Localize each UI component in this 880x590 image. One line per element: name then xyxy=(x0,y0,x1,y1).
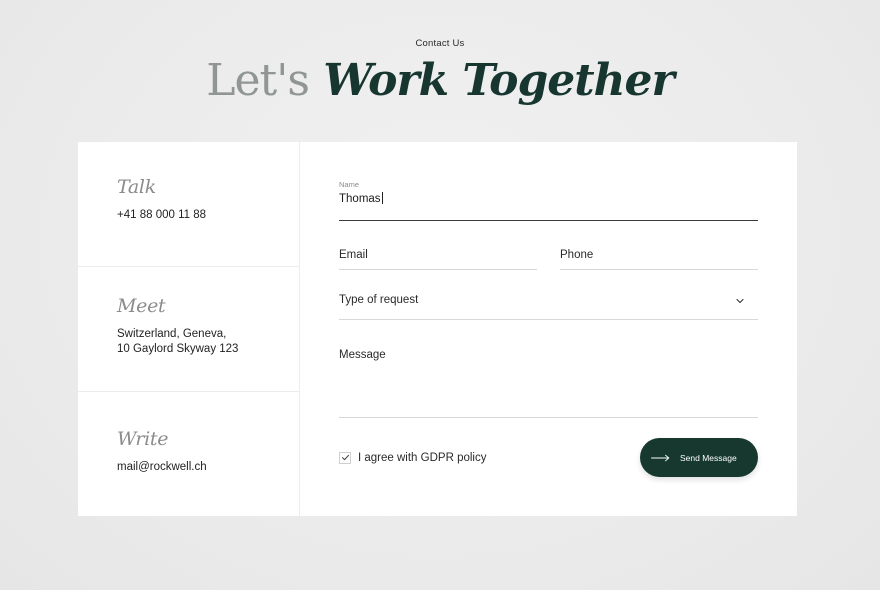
name-field[interactable]: Name Thomas xyxy=(339,180,758,221)
email-phone-row: Email Phone xyxy=(339,245,758,270)
address: Switzerland, Geneva, 10 Gaylord Skyway 1… xyxy=(117,327,299,357)
name-label: Name xyxy=(339,180,360,189)
message-field[interactable]: Message xyxy=(339,345,758,418)
phone-field[interactable]: Phone xyxy=(560,245,758,270)
gdpr-checkbox[interactable] xyxy=(339,451,351,464)
name-input[interactable]: Thomas xyxy=(339,192,758,205)
meet-title: Meet xyxy=(117,295,166,317)
write-title: Write xyxy=(117,428,169,450)
name-value: Thomas xyxy=(339,193,381,205)
check-icon xyxy=(341,454,349,461)
email-placeholder: Email xyxy=(339,249,368,261)
address-line-2: 10 Gaylord Skyway 123 xyxy=(117,343,239,355)
contact-form: Name Thomas Email Phone Type of request … xyxy=(300,142,797,516)
text-caret xyxy=(381,192,383,204)
send-message-label: Send Message xyxy=(680,452,737,463)
title-dark: Work Together xyxy=(323,55,674,106)
send-message-button[interactable]: Send Message xyxy=(640,438,758,477)
message-placeholder: Message xyxy=(339,349,386,361)
chevron-down-icon xyxy=(736,298,744,304)
address-line-1: Switzerland, Geneva, xyxy=(117,328,227,340)
write-block: Write mail@rockwell.ch xyxy=(78,392,299,516)
meet-block: Meet Switzerland, Geneva, 10 Gaylord Sky… xyxy=(78,267,299,392)
email-field[interactable]: Email xyxy=(339,245,537,270)
arrow-right-icon xyxy=(651,454,670,461)
contact-card: Talk +41 88 000 11 88 Meet Switzerland, … xyxy=(78,142,797,516)
gdpr-label: I agree with GDPR policy xyxy=(358,451,487,464)
gdpr-consent[interactable]: I agree with GDPR policy xyxy=(339,451,487,464)
talk-block: Talk +41 88 000 11 88 xyxy=(78,142,299,267)
page-title: Let's Work Together xyxy=(0,52,880,110)
talk-title: Talk xyxy=(117,176,156,198)
request-placeholder: Type of request xyxy=(339,294,419,306)
phone-number[interactable]: +41 88 000 11 88 xyxy=(117,208,299,223)
contact-info-panel: Talk +41 88 000 11 88 Meet Switzerland, … xyxy=(78,142,300,516)
request-type-select[interactable]: Type of request xyxy=(339,294,758,320)
title-light: Let's xyxy=(206,55,310,106)
email-address[interactable]: mail@rockwell.ch xyxy=(117,460,299,475)
phone-placeholder: Phone xyxy=(560,249,594,261)
form-footer: I agree with GDPR policy Send Message xyxy=(339,438,758,477)
page-eyebrow: Contact Us xyxy=(415,38,465,49)
